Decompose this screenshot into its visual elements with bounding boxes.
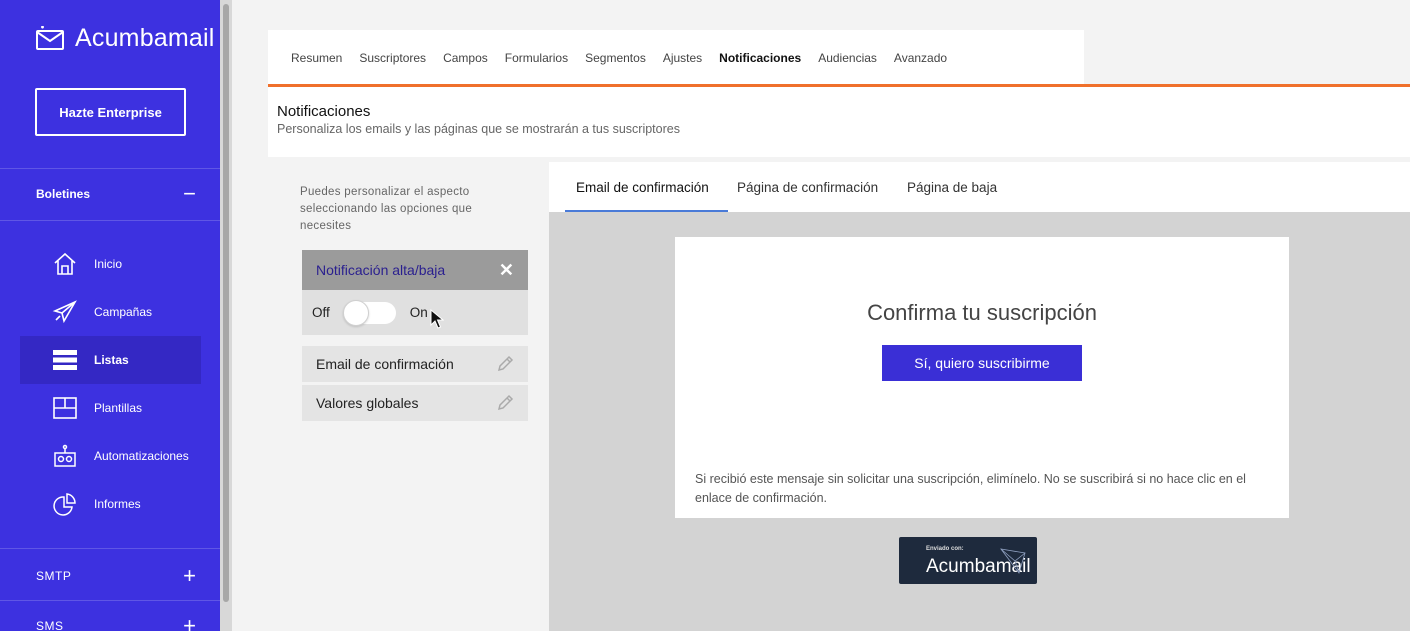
tab-avanzado[interactable]: Avanzado [894, 51, 947, 65]
home-icon [52, 251, 78, 277]
notification-toggle[interactable] [342, 299, 396, 326]
template-icon [52, 395, 78, 421]
tab-campos[interactable]: Campos [443, 51, 488, 65]
sidebar-scrollbar[interactable] [220, 0, 232, 631]
sidebar-divider [0, 220, 220, 221]
pencil-icon[interactable] [496, 355, 514, 373]
hazte-enterprise-button[interactable]: Hazte Enterprise [35, 88, 186, 136]
sidebar-item-listas[interactable]: Listas [20, 336, 201, 384]
preview-tabs: Email de confirmación Página de confirma… [549, 162, 1410, 212]
sidebar-item-inicio[interactable]: Inicio [20, 240, 201, 288]
sidebar-item-label: Plantillas [94, 401, 143, 415]
sidebar-divider [0, 548, 220, 549]
close-icon[interactable]: ✕ [499, 260, 514, 281]
sidebar-item-informes[interactable]: Informes [20, 480, 201, 528]
pie-chart-icon [52, 491, 78, 517]
collapse-icon: − [183, 181, 196, 206]
toggle-off-label: Off [312, 305, 330, 320]
tab-ajustes[interactable]: Ajustes [663, 51, 702, 65]
tab-formularios[interactable]: Formularios [505, 51, 568, 65]
helper-text: Puedes personalizar el aspecto seleccion… [300, 186, 473, 232]
mouse-cursor-icon [430, 309, 444, 329]
sidebar-item-automatizaciones[interactable]: Automatizaciones [20, 432, 201, 480]
pencil-icon[interactable] [496, 394, 514, 412]
section-boletines[interactable]: Boletines − [0, 168, 220, 220]
paper-plane-icon [52, 299, 78, 325]
email-disclaimer: Si recibió este mensaje sin solicitar un… [695, 472, 1246, 505]
email-title: Confirma tu suscripción [867, 300, 1097, 325]
tab-resumen[interactable]: Resumen [291, 51, 342, 65]
expand-icon: + [183, 613, 196, 631]
page-title: Notificaciones [277, 103, 371, 120]
tab-segmentos[interactable]: Segmentos [585, 51, 646, 65]
tab-notificaciones[interactable]: Notificaciones [719, 51, 801, 65]
envelope-icon [36, 25, 64, 50]
section-smtp[interactable]: SMTP + [0, 550, 220, 602]
sidebar-item-label: Informes [94, 497, 141, 511]
section-sms[interactable]: SMS + [0, 600, 220, 631]
sidebar-item-label: Campañas [94, 305, 153, 319]
tab-suscriptores[interactable]: Suscriptores [359, 51, 426, 65]
toggle-knob [342, 299, 369, 326]
list-icon [52, 347, 78, 373]
tab-pagina-confirmacion[interactable]: Página de confirmación [737, 180, 878, 195]
sidebar-item-label: Inicio [94, 257, 123, 271]
brand-name: Acumbamail [75, 24, 215, 52]
sidebar-item-label: Automatizaciones [94, 449, 189, 463]
sidebar: Acumbamail Hazte Enterprise Boletines − … [0, 0, 220, 631]
toggle-on-label: On [409, 305, 428, 320]
section-boletines-label: Boletines [36, 187, 91, 201]
option-valores-globales[interactable]: Valores globales [302, 385, 528, 421]
page-subtitle: Personaliza los emails y las páginas que… [277, 122, 680, 136]
notification-header-label: Notificación alta/baja [316, 262, 446, 278]
option-email-confirmacion[interactable]: Email de confirmación [302, 346, 528, 382]
robot-icon [52, 443, 78, 469]
badge-small-text: Enviado con: [926, 546, 964, 552]
section-sms-label: SMS [36, 619, 64, 631]
expand-icon: + [183, 563, 196, 588]
page-header: Notificaciones Personaliza los emails y … [268, 87, 1410, 157]
tab-audiencias[interactable]: Audiencias [818, 51, 877, 65]
sidebar-item-campanas[interactable]: Campañas [20, 288, 201, 336]
scrollbar-thumb[interactable] [223, 4, 229, 602]
confirm-subscription-button[interactable]: Sí, quiero suscribirme [882, 345, 1082, 381]
sidebar-item-plantillas[interactable]: Plantillas [20, 384, 201, 432]
notification-toggle-row: Off On [302, 290, 528, 335]
sidebar-item-label: Listas [94, 353, 129, 367]
option-label: Valores globales [316, 395, 419, 411]
tab-email-confirmacion[interactable]: Email de confirmación [576, 180, 709, 195]
powered-by-badge[interactable]: Enviado con: Acumbamail [899, 537, 1037, 584]
brand-logo[interactable]: Acumbamail [35, 24, 215, 53]
section-smtp-label: SMTP [36, 569, 72, 583]
option-label: Email de confirmación [316, 356, 454, 372]
tab-pagina-baja[interactable]: Página de baja [907, 180, 997, 195]
list-tabs: Resumen Suscriptores Campos Formularios … [268, 30, 1084, 85]
notification-header: Notificación alta/baja ✕ [302, 250, 528, 290]
constellation-icon [1000, 548, 1026, 574]
